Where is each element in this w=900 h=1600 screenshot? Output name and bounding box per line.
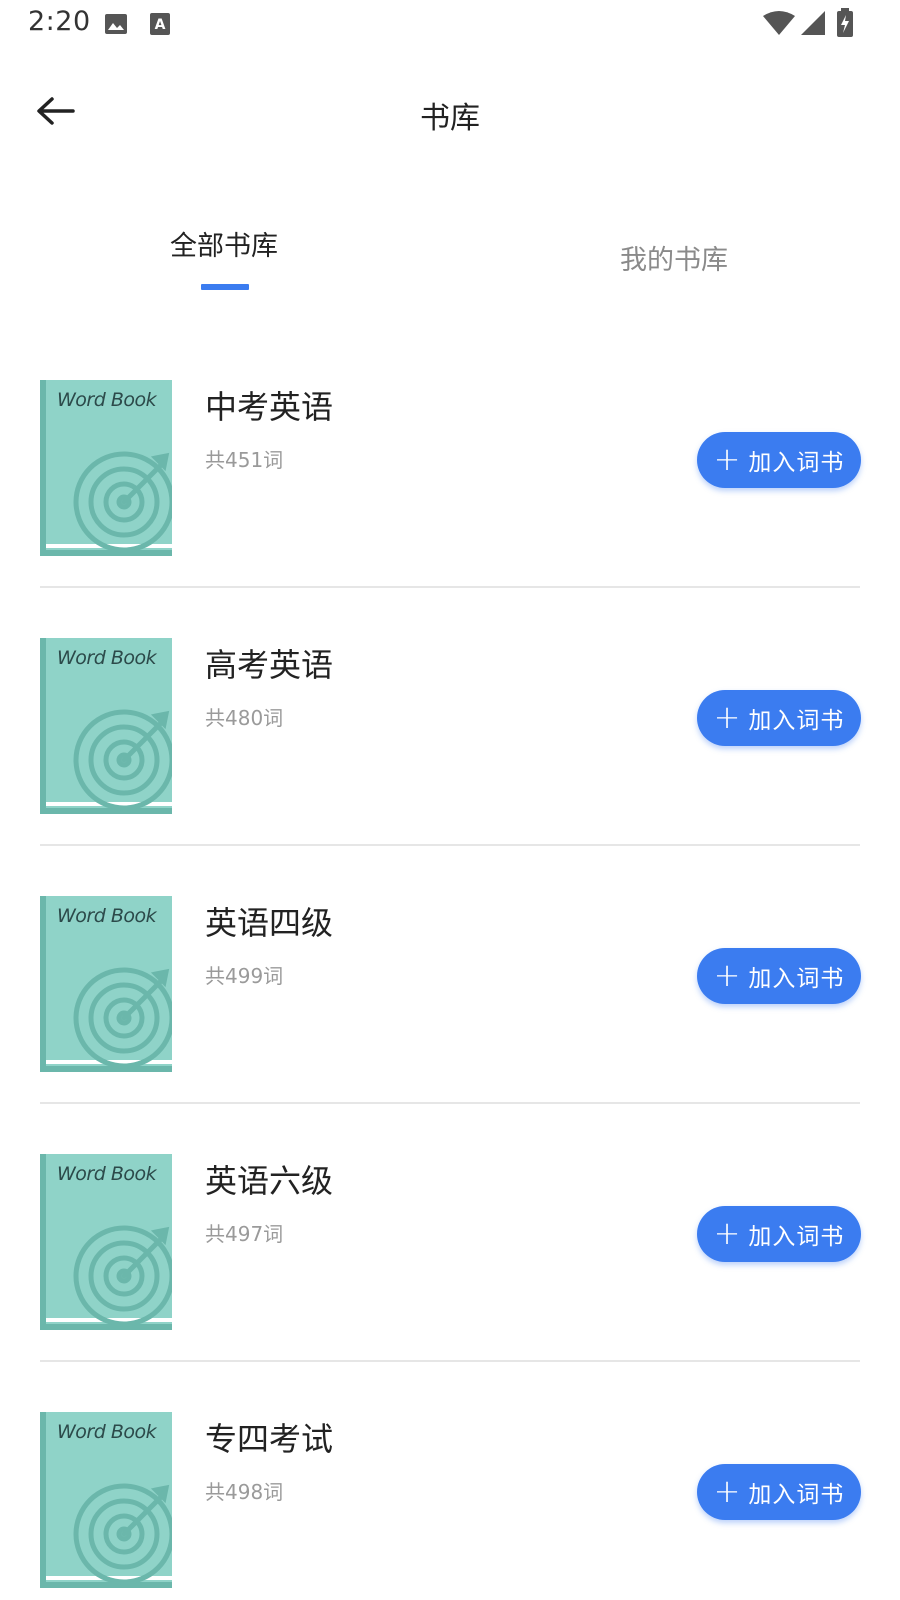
tab-my-library[interactable]: 我的书库 [620,238,728,277]
plus-icon: + [713,955,741,994]
book-cover: Word Book [40,638,175,814]
book-item[interactable]: Word Book 专四考试 共498词 + 加入词书 [0,1362,900,1600]
book-title: 英语六级 [205,1162,334,1200]
plus-icon: + [713,439,741,478]
book-item[interactable]: Word Book 中考英语 共451词 + 加入词书 [0,330,900,588]
tab-bar: 全部书库 我的书库 [0,200,900,300]
add-button-label: 加入词书 [748,1482,845,1508]
tab-all-library[interactable]: 全部书库 [170,224,278,263]
status-bar: 2:20 A [0,0,900,48]
plus-icon: + [713,1213,741,1252]
add-wordbook-button[interactable]: + 加入词书 [697,1464,861,1520]
book-cover: Word Book [40,1154,175,1330]
target-icon [73,967,175,1069]
plus-icon: + [713,1471,741,1510]
plus-icon: + [713,697,741,736]
book-word-count: 共480词 [205,706,284,730]
image-icon [104,12,128,40]
add-wordbook-button[interactable]: + 加入词书 [697,690,861,746]
svg-text:A: A [155,17,166,33]
book-title: 专四考试 [205,1420,334,1458]
book-cover: Word Book [40,896,175,1072]
book-cover: Word Book [40,1412,175,1588]
book-word-count: 共499词 [205,964,284,988]
book-list: Word Book 中考英语 共451词 + 加入词书 Word Book 高考… [0,330,900,1600]
book-item[interactable]: Word Book 英语四级 共499词 + 加入词书 [0,846,900,1104]
add-wordbook-button[interactable]: + 加入词书 [697,432,861,488]
cover-label: Word Book [57,647,157,669]
app-bar: 书库 [0,68,900,158]
book-item[interactable]: Word Book 英语六级 共497词 + 加入词书 [0,1104,900,1362]
cover-label: Word Book [57,1163,157,1185]
target-icon [73,1225,175,1327]
add-wordbook-button[interactable]: + 加入词书 [697,948,861,1004]
add-wordbook-button[interactable]: + 加入词书 [697,1206,861,1262]
add-button-label: 加入词书 [748,450,845,476]
cover-label: Word Book [57,389,157,411]
book-word-count: 共498词 [205,1480,284,1504]
target-icon [73,709,175,811]
book-title: 英语四级 [205,904,334,942]
add-button-label: 加入词书 [748,708,845,734]
battery-charging-icon [836,8,854,42]
add-button-label: 加入词书 [748,1224,845,1250]
cell-signal-icon [800,10,826,40]
add-button-label: 加入词书 [748,966,845,992]
book-cover: Word Book [40,380,175,556]
active-tab-indicator [201,284,249,290]
status-time: 2:20 [28,6,91,37]
text-a-icon: A [149,12,171,40]
book-item[interactable]: Word Book 高考英语 共480词 + 加入词书 [0,588,900,846]
book-word-count: 共497词 [205,1222,284,1246]
wifi-icon [762,10,796,40]
target-icon [73,451,175,553]
cover-label: Word Book [57,905,157,927]
book-title: 中考英语 [205,388,334,426]
book-title: 高考英语 [205,646,334,684]
page-title: 书库 [420,101,480,136]
book-word-count: 共451词 [205,448,284,472]
cover-label: Word Book [57,1421,157,1443]
target-icon [73,1483,175,1585]
